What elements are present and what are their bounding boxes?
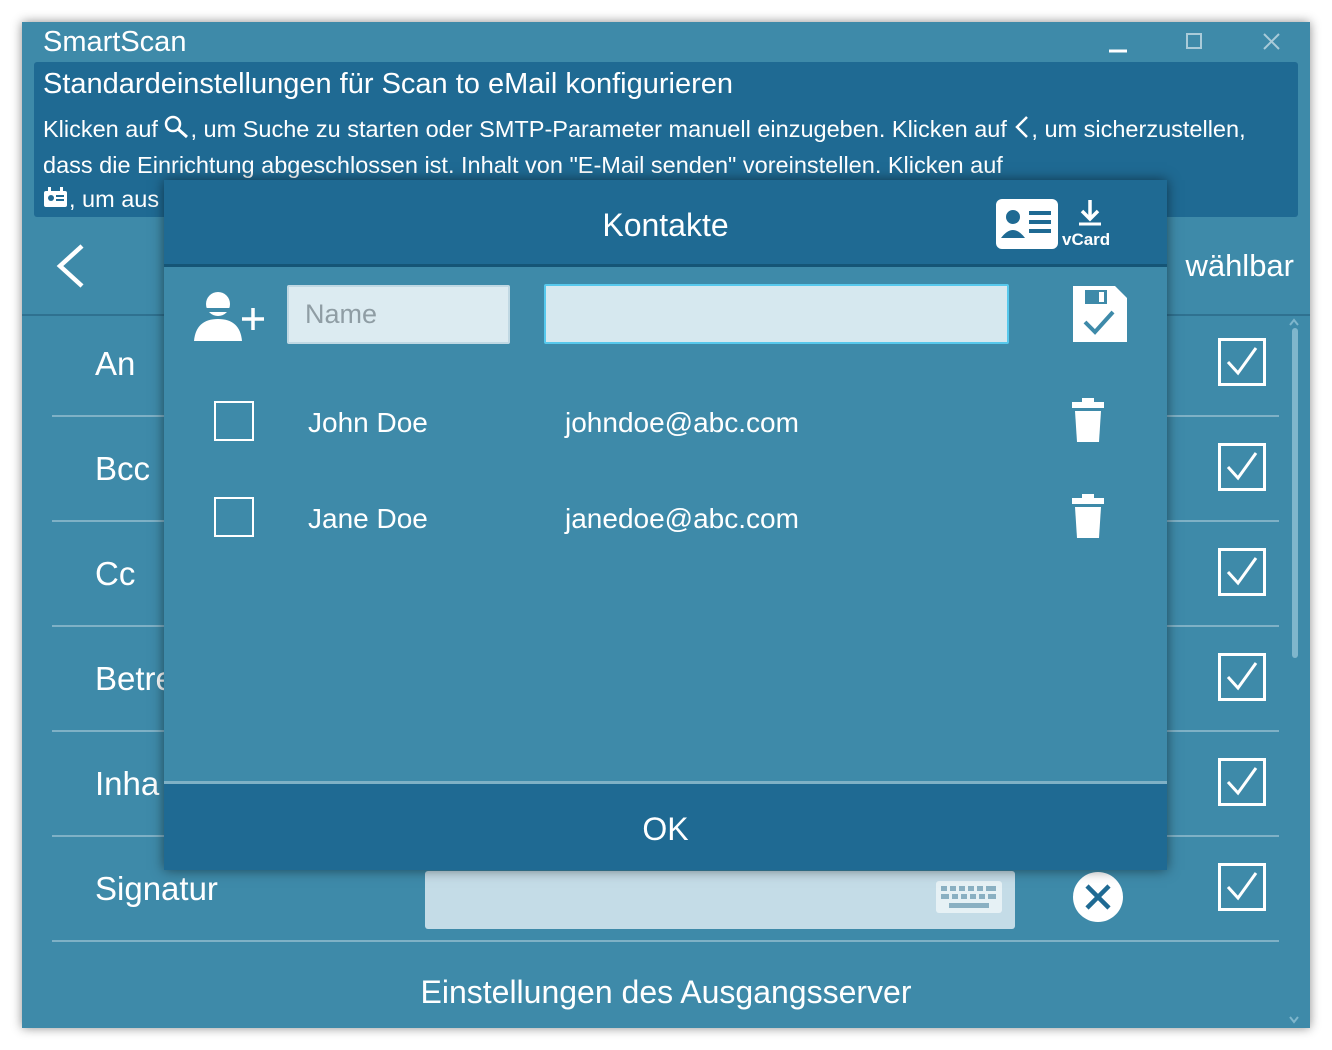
contact-checkbox[interactable] [214,497,254,537]
signature-input[interactable] [425,871,1015,929]
selectable-checkbox[interactable] [1218,863,1266,911]
selectable-checkbox[interactable] [1218,443,1266,491]
instruction-text-part: , um Suche zu starten oder SMTP-Paramete… [190,116,1014,142]
trash-icon [1072,494,1104,538]
clear-icon [1073,872,1123,922]
row-label: Bcc [95,450,151,487]
ok-button[interactable]: OK [164,781,1167,870]
row-label: Cc [95,555,136,592]
vcard-import-button[interactable]: vCard [994,196,1116,252]
contact-name-input[interactable] [287,285,510,344]
keyboard-icon[interactable] [935,877,1003,917]
delete-contact-button[interactable] [1070,494,1106,545]
contact-row: John Doe johndoe@abc.com [164,398,1167,468]
contact-email: johndoe@abc.com [565,407,799,438]
scroll-thumb[interactable] [1292,328,1298,658]
contacts-dialog: Kontakte vCard Name John Doe johndoe@abc… [164,180,1167,870]
contact-email-input[interactable] [544,284,1009,344]
scroll-up-icon[interactable] [1288,318,1300,326]
selectable-checkbox[interactable] [1218,758,1266,806]
selectable-checkbox[interactable] [1218,548,1266,596]
scroll-down-icon[interactable] [1288,1016,1300,1024]
clear-signature-button[interactable] [1072,871,1124,923]
add-user-icon [194,292,264,341]
instruction-text-part: , um aus [69,186,160,212]
back-button[interactable] [50,242,96,290]
save-contact-button[interactable] [1069,284,1129,349]
row-label: Betre [95,660,174,697]
add-contact-button[interactable] [192,287,264,348]
minimize-icon[interactable] [1097,26,1137,58]
save-icon [1073,286,1127,342]
instruction-text-part: Klicken auf [43,116,165,142]
row-label: Inha [95,765,160,802]
selectable-column-header: wählbar [1185,248,1294,283]
contact-row: Jane Doe janedoe@abc.com [164,494,1167,564]
dialog-header: Kontakte vCard [164,180,1167,267]
contacts-card-icon [43,184,69,218]
row-label: An [95,345,136,382]
title-bar: SmartScan [22,22,1310,62]
close-icon[interactable] [1252,26,1292,58]
maximize-icon[interactable] [1174,26,1214,58]
page-title: Standardeinstellungen für Scan to eMail … [43,68,733,100]
app-title: SmartScan [43,26,187,58]
search-icon [164,114,190,148]
delete-contact-button[interactable] [1070,398,1106,449]
contact-name: Jane Doe [308,503,428,534]
contact-checkbox[interactable] [214,401,254,441]
vcard-label: vCard [1062,230,1111,249]
contact-name: John Doe [308,407,428,438]
selectable-checkbox[interactable] [1218,653,1266,701]
scrollbar[interactable] [1288,318,1300,1024]
contact-email: janedoe@abc.com [565,503,799,534]
ok-label: OK [642,811,689,847]
chevron-left-icon [1013,114,1031,148]
row-label: Signatur [95,870,218,907]
selectable-checkbox[interactable] [1218,338,1266,386]
outgoing-server-settings-link[interactable]: Einstellungen des Ausgangsserver [22,974,1310,1011]
trash-icon [1072,398,1104,442]
chevron-left-icon [56,244,84,288]
